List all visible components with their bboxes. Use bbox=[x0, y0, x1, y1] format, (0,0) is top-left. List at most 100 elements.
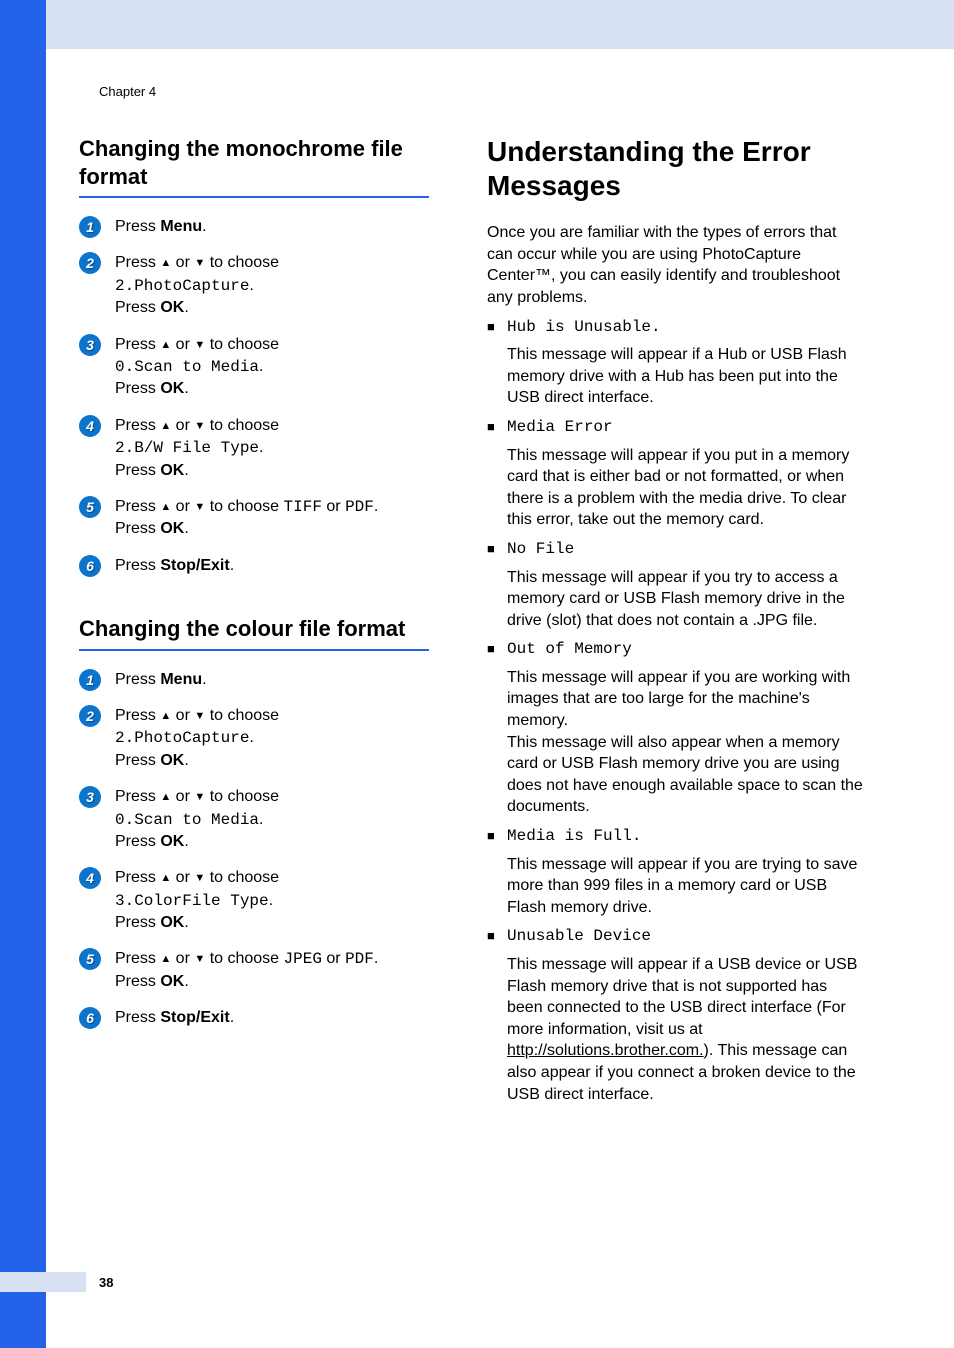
menu-path: 2.PhotoCapture bbox=[115, 729, 249, 747]
step-badge-6: 6 bbox=[79, 555, 101, 577]
step-row: 2 Press ▲ or ▼ to choose 2.PhotoCapture.… bbox=[79, 705, 429, 772]
text: . bbox=[202, 218, 206, 235]
step-row: 4 Press ▲ or ▼ to choose 2.B/W File Type… bbox=[79, 415, 429, 482]
step-row: 1 Press Menu. bbox=[79, 669, 429, 691]
subtitle-colour: Changing the colour file format bbox=[79, 615, 429, 643]
step-body: Press ▲ or ▼ to choose 3.ColorFile Type.… bbox=[115, 867, 279, 934]
text: . bbox=[374, 950, 378, 967]
text: Press ▲ or ▼ to choose bbox=[115, 254, 279, 271]
text: . bbox=[374, 498, 378, 515]
text: . bbox=[259, 439, 263, 456]
error-body: Media Error This message will appear if y… bbox=[507, 417, 865, 531]
text: This message will appear if you try to a… bbox=[507, 569, 845, 629]
text: Press bbox=[115, 752, 160, 769]
error-item: ■Hub is Unusable.This message will appea… bbox=[487, 317, 865, 409]
filetype-pdf: PDF bbox=[345, 498, 374, 516]
error-description: This message will appear if you put in a… bbox=[507, 445, 865, 531]
text: Press bbox=[115, 462, 160, 479]
text: This message will appear if a Hub or USB… bbox=[507, 346, 847, 406]
error-body: No FileThis message will appear if you t… bbox=[507, 539, 865, 631]
menu-key: Menu bbox=[160, 218, 202, 235]
step-row: 5 Press ▲ or ▼ to choose TIFF or PDF. Pr… bbox=[79, 496, 429, 541]
step-body: Press ▲ or ▼ to choose 0.Scan to Media. … bbox=[115, 334, 279, 401]
menu-path: 0.Scan to Media bbox=[115, 358, 259, 376]
subtitle-monochrome: Changing the monochrome file format bbox=[79, 135, 429, 190]
text: . bbox=[184, 914, 188, 931]
step-badge-4: 4 bbox=[79, 867, 101, 889]
step-body: Press Stop/Exit. bbox=[115, 1007, 234, 1029]
stopexit-key: Stop/Exit bbox=[160, 557, 229, 574]
square-bullet-icon: ■ bbox=[487, 417, 497, 437]
text: Press ▲ or ▼ to choose bbox=[115, 707, 279, 724]
step-badge-3: 3 bbox=[79, 334, 101, 356]
text: This message will appear if you are work… bbox=[507, 669, 850, 729]
ok-key: OK bbox=[160, 520, 184, 537]
step-body: Press Stop/Exit. bbox=[115, 555, 234, 577]
step-body: Press ▲ or ▼ to choose 2.PhotoCapture. P… bbox=[115, 705, 279, 772]
step-body: Press ▲ or ▼ to choose JPEG or PDF. Pres… bbox=[115, 948, 378, 993]
square-bullet-icon: ■ bbox=[487, 826, 497, 846]
error-body: Media is Full.This message will appear i… bbox=[507, 826, 865, 918]
step-badge-5: 5 bbox=[79, 496, 101, 518]
left-column: Changing the monochrome file format 1 Pr… bbox=[79, 135, 429, 1105]
page-content: Changing the monochrome file format 1 Pr… bbox=[79, 135, 888, 1105]
square-bullet-icon: ■ bbox=[487, 539, 497, 559]
text: This message will appear if you put in a… bbox=[507, 447, 849, 529]
text: or bbox=[322, 498, 345, 515]
ok-key: OK bbox=[160, 914, 184, 931]
chapter-label: Chapter 4 bbox=[99, 84, 156, 99]
menu-path: 2.B/W File Type bbox=[115, 439, 259, 457]
step-body: Press ▲ or ▼ to choose 0.Scan to Media. … bbox=[115, 786, 279, 853]
text: Press ▲ or ▼ to choose bbox=[115, 950, 284, 967]
link-text[interactable]: http://solutions.brother.com. bbox=[507, 1042, 704, 1059]
text: . bbox=[184, 380, 188, 397]
page-number-bg bbox=[0, 1272, 86, 1292]
subtitle-rule bbox=[79, 196, 429, 198]
step-badge-5: 5 bbox=[79, 948, 101, 970]
text: Press ▲ or ▼ to choose bbox=[115, 869, 279, 886]
text: . bbox=[259, 358, 263, 375]
filetype-jpeg: JPEG bbox=[284, 950, 322, 968]
menu-path: 3.ColorFile Type bbox=[115, 892, 269, 910]
text: Press bbox=[115, 671, 160, 688]
square-bullet-icon: ■ bbox=[487, 926, 497, 946]
square-bullet-icon: ■ bbox=[487, 639, 497, 659]
error-description: This message will appear if you are work… bbox=[507, 667, 865, 818]
text: This message will appear if you are tryi… bbox=[507, 856, 857, 916]
subtitle-rule bbox=[79, 649, 429, 651]
menu-key: Menu bbox=[160, 671, 202, 688]
step-row: 3 Press ▲ or ▼ to choose 0.Scan to Media… bbox=[79, 786, 429, 853]
step-badge-6: 6 bbox=[79, 1007, 101, 1029]
ok-key: OK bbox=[160, 833, 184, 850]
text: . bbox=[184, 833, 188, 850]
error-body: Out of Memory This message will appear if… bbox=[507, 639, 865, 818]
text: . bbox=[184, 520, 188, 537]
menu-path: 0.Scan to Media bbox=[115, 811, 259, 829]
error-item: ■ Media Error This message will appear if … bbox=[487, 417, 865, 531]
error-item: ■ No FileThis message will appear if you … bbox=[487, 539, 865, 631]
step-badge-2: 2 bbox=[79, 705, 101, 727]
text: . bbox=[184, 973, 188, 990]
error-label: Hub is Unusable. bbox=[507, 317, 865, 339]
text: This message will also appear when a mem… bbox=[507, 734, 863, 816]
error-body: Unusable Device This message will appear … bbox=[507, 926, 865, 1105]
top-accent-bar bbox=[0, 0, 954, 49]
text: Press ▲ or ▼ to choose bbox=[115, 417, 279, 434]
side-accent-bar bbox=[0, 0, 46, 1348]
text: Press bbox=[115, 914, 160, 931]
error-label: Out of Memory bbox=[507, 639, 865, 661]
text: . bbox=[230, 557, 234, 574]
right-column: Understanding the Error Messages Once yo… bbox=[487, 135, 865, 1105]
step-body: Press Menu. bbox=[115, 669, 207, 691]
title-error-messages: Understanding the Error Messages bbox=[487, 135, 865, 202]
error-description: This message will appear if a USB device… bbox=[507, 954, 865, 1105]
error-description: This message will appear if a Hub or USB… bbox=[507, 344, 865, 409]
error-label: Unusable Device bbox=[507, 926, 865, 948]
ok-key: OK bbox=[160, 380, 184, 397]
error-label: Media Error bbox=[507, 417, 865, 439]
stopexit-key: Stop/Exit bbox=[160, 1009, 229, 1026]
text: Press bbox=[115, 380, 160, 397]
error-body: Hub is Unusable. This message will appear… bbox=[507, 317, 865, 409]
filetype-pdf: PDF bbox=[345, 950, 374, 968]
text: . bbox=[259, 811, 263, 828]
